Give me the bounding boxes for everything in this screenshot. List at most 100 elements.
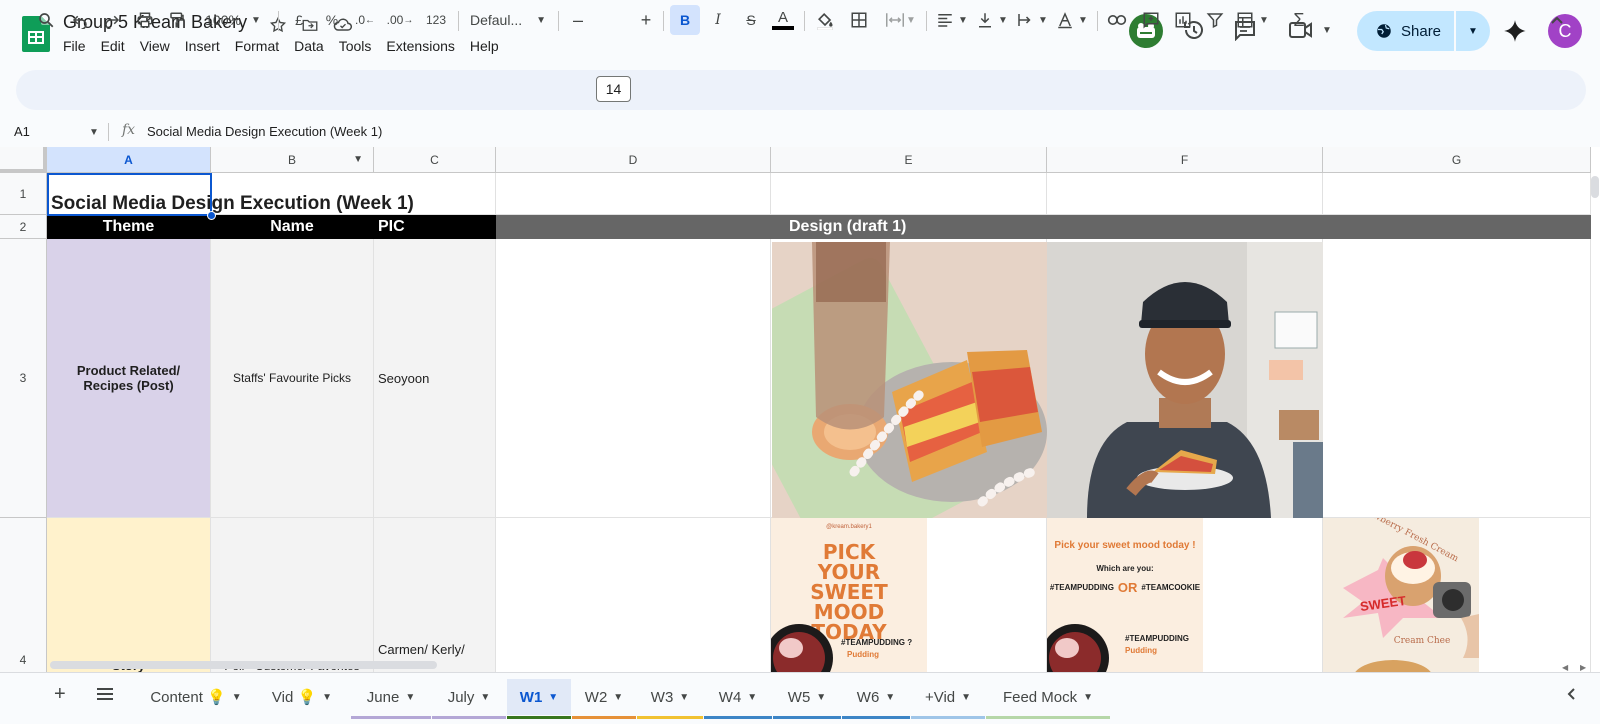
insert-chart-icon[interactable] bbox=[1170, 5, 1196, 35]
cell-theme-story[interactable]: Story bbox=[47, 518, 211, 672]
column-header-c[interactable]: C bbox=[374, 147, 496, 173]
menu-insert[interactable]: Insert bbox=[185, 38, 228, 54]
tab-feed-mock[interactable]: Feed Mock ▼ bbox=[986, 679, 1110, 719]
decrease-font-size-button[interactable]: – bbox=[568, 5, 588, 35]
font-family-select[interactable]: Defaul... ▼ bbox=[466, 5, 550, 35]
chef-holding-sandwich-photo[interactable] bbox=[1047, 242, 1323, 518]
cell-name-staff-picks[interactable]: Staffs' Favourite Picks bbox=[211, 239, 374, 518]
menu-edit[interactable]: Edit bbox=[101, 38, 133, 54]
fill-color-icon[interactable] bbox=[812, 5, 838, 35]
column-header-a[interactable]: A bbox=[47, 147, 211, 173]
currency-format-button[interactable]: £ bbox=[287, 5, 311, 35]
menu-view[interactable]: View bbox=[140, 38, 178, 54]
tab-june[interactable]: June ▼ bbox=[351, 679, 431, 719]
link-icon[interactable] bbox=[1104, 5, 1130, 35]
tab-july[interactable]: July ▼ bbox=[432, 679, 506, 719]
filter-icon[interactable] bbox=[1202, 5, 1228, 35]
cell-theme-product[interactable]: Product Related/ Recipes (Post) bbox=[47, 239, 211, 518]
scroll-right-arrow-icon[interactable]: ▶ bbox=[1580, 663, 1586, 672]
tab-w5[interactable]: W5 ▼ bbox=[773, 679, 841, 719]
tab-vid[interactable]: Vid 💡 ▼ bbox=[262, 679, 342, 715]
italic-button[interactable]: I bbox=[705, 5, 731, 35]
column-header-f[interactable]: F bbox=[1047, 147, 1323, 173]
chevron-down-icon[interactable]: ▼ bbox=[89, 127, 99, 138]
menu-extensions[interactable]: Extensions bbox=[386, 38, 462, 54]
formula-input[interactable]: Social Media Design Execution (Week 1) bbox=[147, 124, 382, 139]
header-design-row[interactable]: Design (draft 1) bbox=[496, 215, 1591, 239]
row-header-4[interactable]: 4 bbox=[0, 518, 47, 672]
column-header-e[interactable]: E bbox=[771, 147, 1047, 173]
horizontal-align-icon[interactable]: ▼ bbox=[934, 5, 970, 35]
menu-file[interactable]: File bbox=[63, 38, 94, 54]
row-header-2[interactable]: 2 bbox=[0, 215, 47, 239]
menu-data[interactable]: Data bbox=[294, 38, 332, 54]
fill-handle[interactable] bbox=[207, 211, 216, 220]
sandwich-drink-photo[interactable] bbox=[772, 242, 1047, 518]
menu-help[interactable]: Help bbox=[470, 38, 507, 54]
undo-icon[interactable] bbox=[67, 5, 93, 35]
collapse-toolbar-icon[interactable] bbox=[1544, 5, 1570, 35]
tab-w6[interactable]: W6 ▼ bbox=[842, 679, 910, 719]
row-header-1[interactable]: 1 bbox=[0, 173, 47, 215]
gemini-icon[interactable] bbox=[1502, 18, 1528, 49]
scroll-left-arrow-icon[interactable]: ◀ bbox=[1562, 663, 1568, 672]
percent-format-button[interactable]: % bbox=[320, 5, 344, 35]
cell-a1-merged[interactable]: Social Media Design Execution (Week 1) bbox=[47, 173, 496, 215]
name-box[interactable]: A1 bbox=[14, 124, 30, 139]
zoom-select[interactable]: 100% ▼ bbox=[198, 5, 268, 35]
cell-e1[interactable] bbox=[771, 173, 1047, 215]
tab-w1[interactable]: W1 ▼ bbox=[507, 679, 571, 719]
number-format-button[interactable]: 123 bbox=[420, 5, 452, 35]
select-all-corner[interactable] bbox=[0, 147, 47, 173]
chevron-down-icon[interactable]: ▼ bbox=[353, 154, 363, 165]
cell-d4[interactable] bbox=[496, 518, 771, 672]
cell-g3[interactable] bbox=[1323, 239, 1591, 518]
column-header-d[interactable]: D bbox=[496, 147, 771, 173]
tab-plus-vid[interactable]: +Vid ▼ bbox=[911, 679, 985, 719]
paint-format-icon[interactable] bbox=[164, 5, 190, 35]
add-sheet-button[interactable]: + bbox=[54, 683, 66, 706]
text-rotation-icon[interactable]: ▼ bbox=[1054, 5, 1090, 35]
poster-team-pudding-cookie[interactable]: Pick your sweet mood today ! Which are y… bbox=[1047, 518, 1203, 672]
cell-f1[interactable] bbox=[1047, 173, 1323, 215]
redo-icon[interactable] bbox=[99, 5, 125, 35]
vertical-align-icon[interactable]: ▼ bbox=[974, 5, 1010, 35]
text-wrapping-icon[interactable]: ▼ bbox=[1014, 5, 1050, 35]
bold-button[interactable]: B bbox=[670, 5, 700, 35]
menu-format[interactable]: Format bbox=[235, 38, 287, 54]
increase-font-size-button[interactable]: + bbox=[636, 5, 656, 35]
all-sheets-menu-icon[interactable] bbox=[96, 687, 114, 706]
column-header-g[interactable]: G bbox=[1323, 147, 1591, 173]
cell-pic-carmen[interactable]: Carmen/ Kerly/ bbox=[374, 518, 496, 672]
cell-d3[interactable] bbox=[496, 239, 771, 518]
tab-w2[interactable]: W2 ▼ bbox=[572, 679, 636, 719]
share-button[interactable]: Share bbox=[1357, 11, 1454, 51]
cell-g1[interactable] bbox=[1323, 173, 1591, 215]
filter-views-icon[interactable]: ▼ bbox=[1234, 5, 1270, 35]
vertical-scrollbar[interactable] bbox=[1591, 176, 1599, 198]
explore-collapse-icon[interactable] bbox=[1566, 687, 1576, 706]
column-header-b[interactable]: B ▼ bbox=[211, 147, 374, 173]
tab-w4[interactable]: W4 ▼ bbox=[704, 679, 772, 719]
row-header-3[interactable]: 3 bbox=[0, 239, 47, 518]
decrease-decimal-button[interactable]: .0 ← bbox=[352, 5, 378, 35]
search-menus-icon[interactable] bbox=[33, 5, 59, 35]
print-icon[interactable] bbox=[132, 5, 158, 35]
insert-comment-icon[interactable] bbox=[1138, 5, 1164, 35]
poster-sweet-mood[interactable]: @kream.bakery1 PICK YOUR SWEET MOOD TODA… bbox=[771, 518, 927, 672]
header-theme[interactable]: Theme bbox=[47, 215, 211, 239]
cell-pic-seoyoon[interactable]: Seoyoon bbox=[374, 239, 496, 518]
strikethrough-button[interactable]: S bbox=[738, 5, 764, 35]
text-color-button[interactable]: A bbox=[770, 5, 796, 35]
increase-decimal-button[interactable]: .00 → bbox=[386, 5, 414, 35]
share-dropdown-button[interactable]: ▼ bbox=[1456, 11, 1490, 51]
tab-w3[interactable]: W3 ▼ bbox=[637, 679, 703, 719]
borders-icon[interactable] bbox=[846, 5, 872, 35]
header-pic[interactable]: PIC bbox=[374, 215, 496, 239]
cell-d1[interactable] bbox=[496, 173, 771, 215]
font-size-input[interactable]: 14 bbox=[596, 76, 631, 102]
header-name[interactable]: Name bbox=[211, 215, 374, 239]
menu-tools[interactable]: Tools bbox=[339, 38, 380, 54]
merge-cells-icon[interactable]: ▼ bbox=[880, 5, 920, 35]
poster-strawberry-cream[interactable]: Strawberry Fresh Cream SWEET Cream Chee bbox=[1323, 518, 1479, 672]
